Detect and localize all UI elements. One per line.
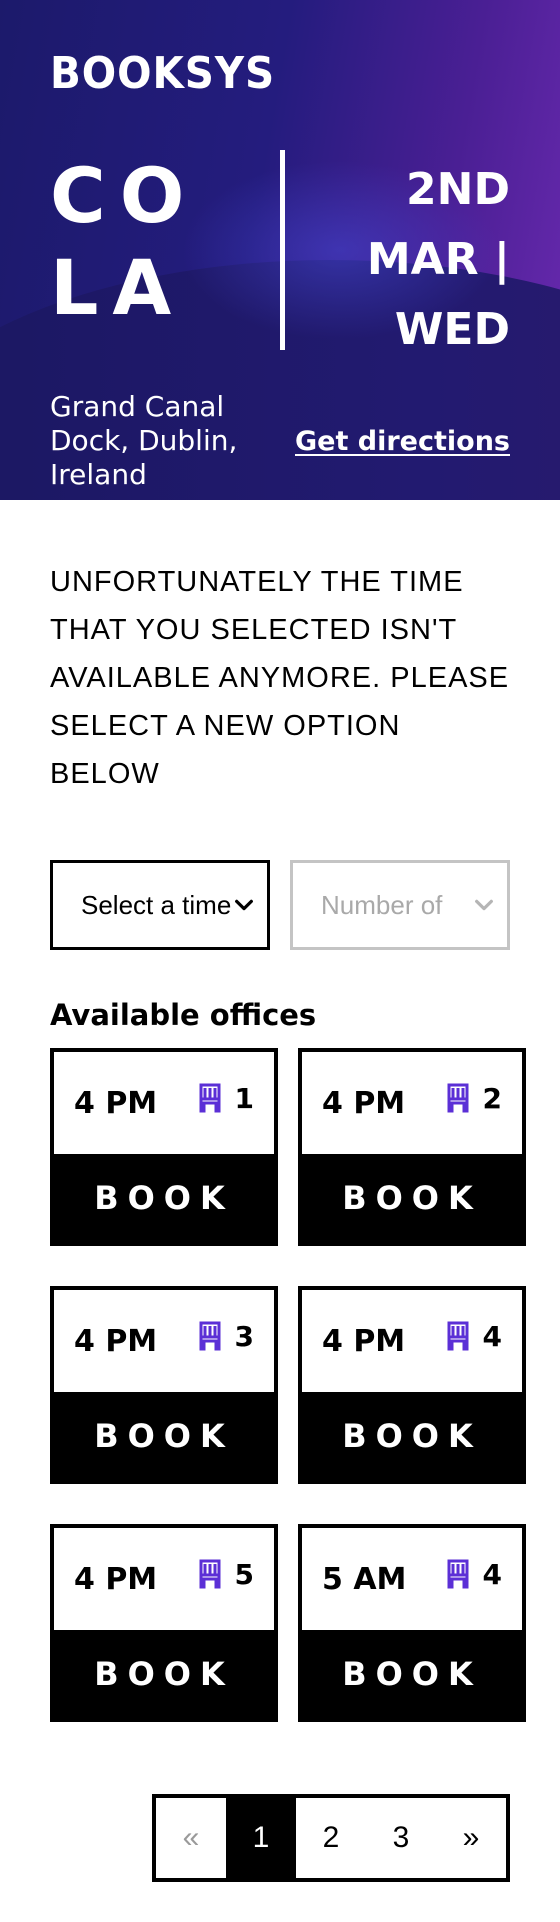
- book-button[interactable]: BOOK: [54, 1392, 274, 1480]
- seat-count: 4: [482, 1557, 502, 1591]
- number-select[interactable]: Number of: [290, 860, 510, 950]
- book-button[interactable]: BOOK: [54, 1154, 274, 1242]
- office-card: 4 PM 5 BOOK: [50, 1524, 278, 1722]
- time-select-value: Select a time: [81, 889, 232, 920]
- header-banner: BOOKSYS COLA 2ND MAR | WED Grand Canal D…: [0, 0, 560, 500]
- book-button[interactable]: BOOK: [302, 1630, 522, 1718]
- chair-icon: [447, 1559, 469, 1589]
- seat-count: 5: [234, 1557, 254, 1591]
- office-time: 4 PM: [74, 1561, 158, 1597]
- seat-count: 1: [234, 1081, 254, 1115]
- page-button-3[interactable]: 3: [366, 1798, 436, 1878]
- chair-icon: [199, 1559, 221, 1589]
- office-time: 5 AM: [322, 1561, 407, 1597]
- filter-row: Select a time Number of: [50, 860, 510, 950]
- chair-icon: [199, 1321, 221, 1351]
- chevron-down-icon: [475, 899, 493, 911]
- next-page-button[interactable]: »: [436, 1798, 506, 1878]
- book-button[interactable]: BOOK: [302, 1154, 522, 1242]
- office-card: 5 AM 4 BOOK: [298, 1524, 526, 1722]
- chair-icon: [447, 1083, 469, 1113]
- office-time: 4 PM: [74, 1085, 158, 1121]
- booking-date: 2ND MAR | WED: [366, 164, 510, 355]
- pagination: « 1 2 3 »: [152, 1794, 510, 1882]
- time-select[interactable]: Select a time: [50, 860, 270, 950]
- page-button-1[interactable]: 1: [226, 1798, 296, 1878]
- book-button[interactable]: BOOK: [54, 1630, 274, 1718]
- office-time: 4 PM: [322, 1085, 406, 1121]
- get-directions-link[interactable]: Get directions: [295, 426, 510, 457]
- number-select-value: Number of: [321, 889, 443, 920]
- chair-icon: [447, 1321, 469, 1351]
- venue-address: Grand Canal Dock, Dublin, Ireland: [50, 390, 238, 491]
- seat-count: 4: [482, 1319, 502, 1353]
- previous-page-button[interactable]: «: [156, 1798, 226, 1878]
- venue-name: COLA: [50, 151, 199, 332]
- seat-count: 3: [234, 1319, 254, 1353]
- offices-grid: 4 PM 1 BOOK 4 PM 2 BOOK 4 PM 3 BOOK 4 PM…: [50, 1048, 526, 1722]
- page-button-2[interactable]: 2: [296, 1798, 366, 1878]
- unavailable-notice: UNFORTUNATELY THE TIME THAT YOU SELECTED…: [50, 566, 510, 790]
- logo: BOOKSYS: [50, 48, 276, 99]
- book-button[interactable]: BOOK: [302, 1392, 522, 1480]
- office-card: 4 PM 4 BOOK: [298, 1286, 526, 1484]
- office-time: 4 PM: [74, 1323, 158, 1359]
- office-time: 4 PM: [322, 1323, 406, 1359]
- chevron-down-icon: [235, 899, 253, 911]
- seat-count: 2: [482, 1081, 502, 1115]
- office-card: 4 PM 1 BOOK: [50, 1048, 278, 1246]
- header-divider: [280, 150, 285, 350]
- office-card: 4 PM 2 BOOK: [298, 1048, 526, 1246]
- chair-icon: [199, 1083, 221, 1113]
- office-card: 4 PM 3 BOOK: [50, 1286, 278, 1484]
- pagination-wrapper: « 1 2 3 »: [0, 1794, 510, 1922]
- offices-heading: Available offices: [50, 998, 317, 1032]
